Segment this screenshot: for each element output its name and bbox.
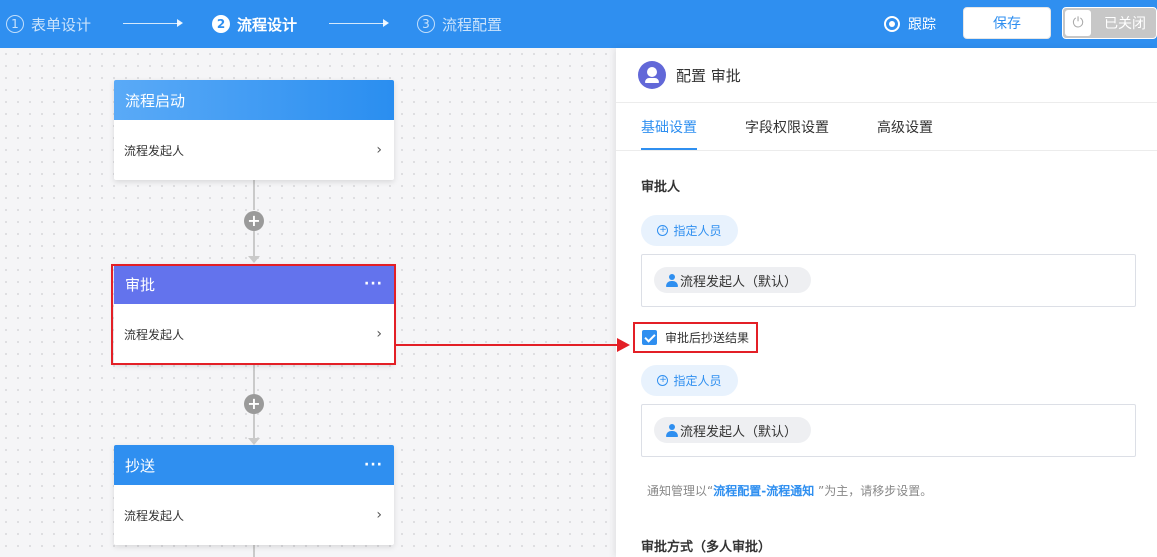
connector-line bbox=[253, 231, 255, 256]
notice-prefix: 通知管理以“ bbox=[647, 484, 714, 498]
notice-link[interactable]: 流程配置-流程通知 bbox=[713, 484, 814, 498]
tab-basic-settings[interactable]: 基础设置 bbox=[641, 103, 697, 151]
connector-arrow-icon bbox=[248, 256, 260, 263]
chevron-right-icon: › bbox=[376, 507, 382, 523]
add-node-icon[interactable]: + bbox=[244, 211, 264, 231]
approval-method-title: 审批方式（多人审批） bbox=[641, 540, 772, 555]
top-bar: 1 表单设计 2 流程设计 3 流程配置 跟踪 保存 ⏻ 已关闭 bbox=[0, 0, 1157, 48]
step-number: 1 bbox=[6, 15, 24, 33]
step-number: 3 bbox=[417, 15, 435, 33]
connector-line bbox=[253, 180, 255, 210]
step-number: 2 bbox=[212, 15, 230, 33]
node-header: 抄送 ··· bbox=[114, 445, 394, 485]
notice-suffix: ”为主，请移步设置。 bbox=[814, 484, 933, 498]
approver-select-box[interactable]: 流程发起人（默认） bbox=[641, 254, 1136, 307]
node-body[interactable]: 流程发起人 › bbox=[114, 485, 394, 545]
node-assignee: 流程发起人 bbox=[124, 143, 185, 158]
approver-section-title: 审批人 bbox=[641, 180, 681, 195]
connector-line bbox=[253, 364, 255, 394]
track-button[interactable]: 跟踪 bbox=[884, 0, 936, 48]
cc-tag[interactable]: 流程发起人（默认） bbox=[654, 417, 812, 443]
node-assignee: 流程发起人 bbox=[124, 508, 185, 523]
step-label: 流程配置 bbox=[442, 15, 503, 34]
checkbox-checked-icon[interactable] bbox=[642, 330, 657, 345]
connector-line bbox=[253, 545, 255, 557]
config-panel: 配置 审批 基础设置 字段权限设置 高级设置 审批人 + 指定人员 流程发起人（… bbox=[616, 48, 1157, 557]
tag-label: 流程发起人（默认） bbox=[680, 424, 798, 440]
step-connector-arrow bbox=[123, 19, 183, 27]
annotation-arrow-line bbox=[396, 344, 618, 346]
panel-tabs: 基础设置 字段权限设置 高级设置 bbox=[616, 103, 1157, 151]
enable-toggle[interactable]: ⏻ 已关闭 bbox=[1062, 7, 1157, 39]
connector-arrow-icon bbox=[248, 438, 260, 445]
node-title: 流程启动 bbox=[125, 91, 186, 110]
plus-circle-icon: + bbox=[657, 375, 669, 386]
step-connector-arrow bbox=[329, 19, 389, 27]
user-icon bbox=[666, 423, 678, 437]
node-header: 流程启动 bbox=[114, 80, 394, 120]
target-icon bbox=[884, 16, 900, 32]
step-process-config[interactable]: 3 流程配置 bbox=[417, 0, 502, 48]
notification-notice: 通知管理以“流程配置-流程通知 ”为主，请移步设置。 bbox=[647, 482, 932, 499]
more-icon[interactable]: ··· bbox=[364, 457, 383, 473]
track-label: 跟踪 bbox=[908, 17, 936, 33]
chevron-right-icon: › bbox=[376, 142, 382, 158]
assign-person-button[interactable]: + 指定人员 bbox=[641, 215, 738, 246]
assign-person-label: 指定人员 bbox=[673, 224, 722, 238]
panel-title: 配置 审批 bbox=[676, 66, 741, 85]
highlight-box-approve-node bbox=[111, 264, 396, 365]
user-avatar-icon bbox=[638, 61, 666, 89]
user-icon bbox=[666, 273, 678, 287]
cc-select-box[interactable]: 流程发起人（默认） bbox=[641, 404, 1136, 457]
step-process-design[interactable]: 2 流程设计 bbox=[212, 0, 297, 48]
tag-label: 流程发起人（默认） bbox=[680, 274, 798, 290]
node-title: 抄送 bbox=[125, 456, 156, 475]
add-node-icon[interactable]: + bbox=[244, 394, 264, 414]
step-label: 表单设计 bbox=[31, 15, 92, 34]
tab-advanced-settings[interactable]: 高级设置 bbox=[877, 103, 933, 151]
power-icon: ⏻ bbox=[1065, 10, 1091, 36]
approver-tag[interactable]: 流程发起人（默认） bbox=[654, 267, 812, 293]
tab-field-permissions[interactable]: 字段权限设置 bbox=[745, 103, 829, 151]
cc-after-approval-option[interactable]: 审批后抄送结果 bbox=[633, 322, 758, 353]
step-label: 流程设计 bbox=[237, 15, 298, 34]
toggle-label: 已关闭 bbox=[1104, 16, 1146, 32]
assign-cc-person-button[interactable]: + 指定人员 bbox=[641, 365, 738, 396]
save-button[interactable]: 保存 bbox=[963, 7, 1051, 39]
annotation-arrow-head-icon bbox=[617, 338, 630, 352]
node-start[interactable]: 流程启动 流程发起人 › bbox=[114, 80, 394, 180]
node-body[interactable]: 流程发起人 › bbox=[114, 120, 394, 180]
node-cc[interactable]: 抄送 ··· 流程发起人 › bbox=[114, 445, 394, 545]
panel-header: 配置 审批 bbox=[616, 48, 1157, 103]
plus-circle-icon: + bbox=[657, 225, 669, 236]
assign-person-label: 指定人员 bbox=[673, 374, 722, 388]
step-form-design[interactable]: 1 表单设计 bbox=[6, 0, 91, 48]
cc-checkbox-label: 审批后抄送结果 bbox=[665, 331, 750, 345]
active-tab-indicator bbox=[641, 148, 697, 150]
connector-line bbox=[253, 414, 255, 438]
